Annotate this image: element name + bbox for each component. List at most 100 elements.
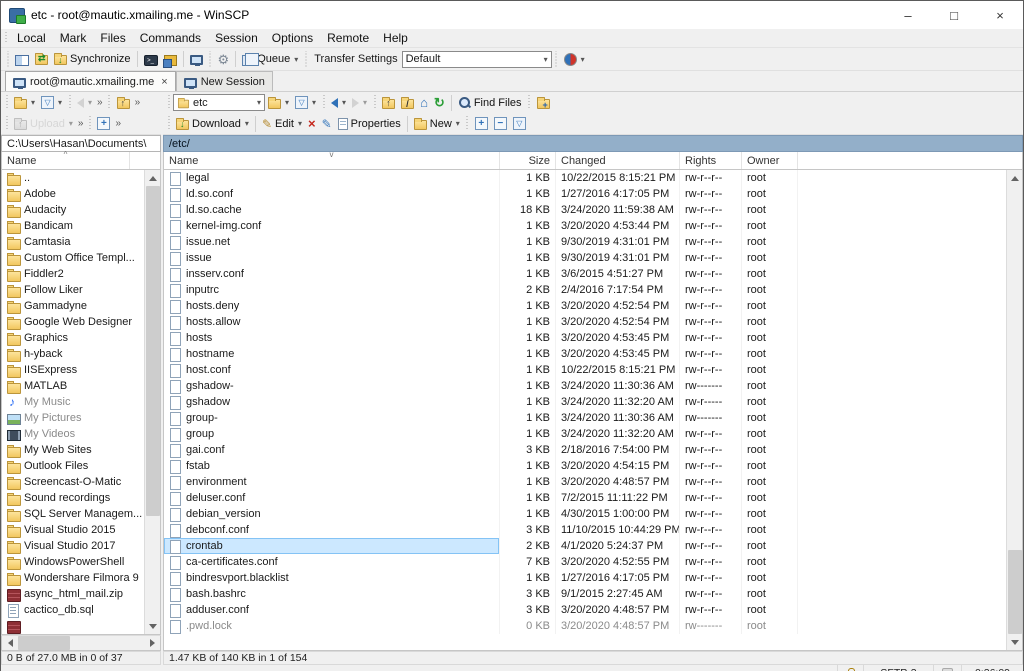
local-list-item[interactable]: MATLAB [2,378,144,394]
local-list-item[interactable]: Graphics [2,330,144,346]
delete-button[interactable]: × [305,114,319,134]
menu-item[interactable]: Session [208,29,265,48]
local-list-item[interactable]: Bandicam [2,218,144,234]
local-list-item[interactable]: Visual Studio 2015 [2,522,144,538]
upload-button[interactable]: ↑ Upload ▾ [11,114,76,134]
remote-file-row[interactable]: host.conf 1 KB 10/22/2015 8:15:21 PM rw-… [164,362,1006,378]
remote-file-row[interactable]: fstab 1 KB 3/20/2020 4:54:15 PM rw-r--r-… [164,458,1006,474]
local-list-item[interactable]: IISExpress [2,362,144,378]
local-list-item[interactable]: Fiddler2 [2,266,144,282]
local-list-item[interactable]: .. [2,170,144,186]
remote-column-name[interactable]: Name v [164,152,500,169]
rename-button[interactable]: ✎ [319,114,335,134]
local-path-bar[interactable]: C:\Users\Hasan\Documents\ [1,135,161,152]
remote-file-row[interactable]: bash.bashrc 3 KB 9/1/2015 2:27:45 AM rw-… [164,586,1006,602]
local-list-item[interactable]: Adobe [2,186,144,202]
notifications-cell[interactable] [933,665,961,671]
remote-file-row[interactable]: environment 1 KB 3/20/2020 4:48:57 PM rw… [164,474,1006,490]
local-list-item[interactable]: Custom Office Templ... [2,250,144,266]
select-files-button[interactable]: + [472,114,491,134]
remote-file-row[interactable]: issue 1 KB 9/30/2019 4:31:01 PM rw-r--r-… [164,250,1006,266]
menu-item[interactable]: Files [93,29,132,48]
remote-file-row[interactable]: .pwd.lock 0 KB 3/20/2020 4:48:57 PM rw--… [164,618,1006,634]
remote-root-directory-button[interactable]: / [398,93,417,113]
local-back-button[interactable]: ▾ [74,93,95,113]
synchronize-button[interactable]: ↓ Synchronize [51,49,134,69]
remote-file-row[interactable]: gai.conf 3 KB 2/18/2016 7:54:00 PM rw-r-… [164,442,1006,458]
session-tab-active[interactable]: root@mautic.xmailing.me × [5,71,176,91]
menu-item[interactable]: Remote [320,29,376,48]
tab-close-icon[interactable]: × [161,76,167,88]
scrollbar-thumb[interactable] [18,636,70,650]
local-list-item[interactable]: My Music [2,394,144,410]
remote-back-button[interactable]: ▾ [328,93,349,113]
local-list-item[interactable]: h-yback [2,346,144,362]
edit-button[interactable]: ✎ Edit ▾ [259,114,305,134]
local-list-item[interactable]: Sound recordings [2,490,144,506]
maximize-button[interactable]: □ [931,1,977,29]
remote-file-row[interactable]: crontab 2 KB 4/1/2020 5:24:37 PM rw-r--r… [164,538,1006,554]
local-list-item[interactable]: Audacity [2,202,144,218]
scroll-left-button[interactable] [2,635,18,651]
scroll-up-button[interactable] [145,170,161,186]
local-list-item[interactable]: Wondershare Filmora 9 [2,570,144,586]
scroll-right-button[interactable] [144,635,160,651]
background-transfers-button[interactable] [187,49,206,69]
local-list-item[interactable]: WindowsPowerShell [2,554,144,570]
preferences-button[interactable]: ⚙ [215,49,233,69]
remote-filter-button[interactable]: ▽▾ [292,93,319,113]
addons-button[interactable] [161,49,180,69]
scroll-up-button[interactable] [1007,170,1023,186]
transfer-settings-combo[interactable]: Default ▾ [402,51,552,68]
remote-file-row[interactable]: ca-certificates.conf 7 KB 3/20/2020 4:52… [164,554,1006,570]
remote-file-row[interactable]: group- 1 KB 3/24/2020 11:30:36 AM rw----… [164,410,1006,426]
remote-file-row[interactable]: debian_version 1 KB 4/30/2015 1:00:00 PM… [164,506,1006,522]
overflow-chevron-icon[interactable]: » [113,118,123,129]
remote-file-row[interactable]: insserv.conf 1 KB 3/6/2015 4:51:27 PM rw… [164,266,1006,282]
compare-directories-button[interactable] [12,49,32,69]
find-files-button[interactable]: Find Files [455,93,525,113]
menu-item[interactable]: Help [376,29,415,48]
remote-file-row[interactable]: debconf.conf 3 KB 11/10/2015 10:44:29 PM… [164,522,1006,538]
remote-file-row[interactable]: deluser.conf 1 KB 7/2/2015 11:11:22 PM r… [164,490,1006,506]
local-list-item[interactable] [2,618,144,634]
scroll-down-button[interactable] [1007,634,1023,650]
remote-file-row[interactable]: issue.net 1 KB 9/30/2019 4:31:01 PM rw-r… [164,234,1006,250]
local-list-item[interactable]: My Web Sites [2,442,144,458]
encryption-cell[interactable] [837,665,863,671]
menu-item[interactable]: Options [265,29,320,48]
remote-column-changed[interactable]: Changed [556,152,680,169]
overflow-chevron-icon[interactable]: » [76,118,86,129]
overflow-chevron-icon[interactable]: » [133,97,143,108]
synchronize-browsing-button[interactable]: ⇄ [32,49,51,69]
menu-item[interactable]: Commands [133,29,208,48]
menu-item[interactable]: Local [10,29,53,48]
download-button[interactable]: ↓ Download ▾ [173,114,252,134]
duplicate-session-button[interactable]: + [534,93,553,113]
overflow-chevron-icon[interactable]: » [95,97,105,108]
local-list-item[interactable]: Google Web Designer [2,314,144,330]
remote-forward-button[interactable]: ▾ [349,93,370,113]
remote-file-row[interactable]: ld.so.cache 18 KB 3/24/2020 11:59:38 AM … [164,202,1006,218]
remote-file-row[interactable]: hosts 1 KB 3/20/2020 4:53:45 PM rw-r--r-… [164,330,1006,346]
remote-open-directory-button[interactable]: ▾ [265,93,292,113]
local-list-item[interactable]: Camtasia [2,234,144,250]
local-list-item[interactable]: async_html_mail.zip [2,586,144,602]
local-list-item[interactable]: My Pictures [2,410,144,426]
remote-file-row[interactable]: hostname 1 KB 3/20/2020 4:53:45 PM rw-r-… [164,346,1006,362]
local-filter-button[interactable]: ▽▾ [38,93,65,113]
scrollbar-thumb[interactable] [1008,550,1022,634]
properties-button[interactable]: Properties [335,114,404,134]
local-list-item[interactable]: Visual Studio 2017 [2,538,144,554]
local-list-item[interactable]: SQL Server Managem... [2,506,144,522]
remote-directory-combo[interactable]: etc ▾ [173,94,265,111]
new-button[interactable]: New ▾ [411,114,463,134]
remote-home-directory-button[interactable]: ⌂ [417,93,431,113]
remote-path-bar[interactable]: /etc/ [163,135,1023,152]
menu-item[interactable]: Mark [53,29,94,48]
remote-refresh-button[interactable]: ↻ [431,93,448,113]
local-parent-directory-button[interactable]: ↑ [114,93,133,113]
remote-file-row[interactable]: ld.so.conf 1 KB 1/27/2016 4:17:05 PM rw-… [164,186,1006,202]
local-add-button[interactable]: + [94,114,113,134]
new-session-tab[interactable]: New Session [176,71,273,91]
